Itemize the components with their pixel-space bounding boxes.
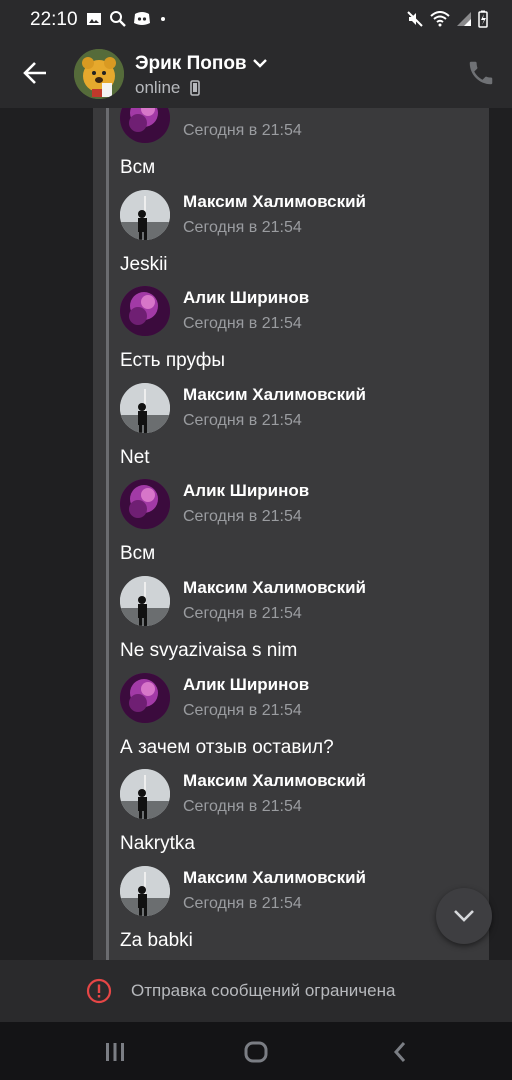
message-item[interactable]: Алик Ширинов Сегодня в 21:54 Всм xyxy=(0,479,512,576)
contact-status: online xyxy=(135,78,181,97)
message-time: Сегодня в 21:54 xyxy=(183,701,302,719)
author-avatar[interactable] xyxy=(120,479,170,530)
author-avatar[interactable] xyxy=(120,769,170,820)
dot-icon xyxy=(161,16,165,21)
message-text: А зачем отзыв оставил? xyxy=(120,736,334,758)
scroll-down-button[interactable] xyxy=(436,888,492,944)
message-author[interactable]: Алик Ширинов xyxy=(183,675,309,695)
discord-icon xyxy=(134,12,150,25)
message-time: Сегодня в 21:54 xyxy=(183,605,302,622)
status-bar: 22:10 xyxy=(0,0,512,38)
author-avatar[interactable] xyxy=(120,865,170,916)
chevron-down-icon[interactable] xyxy=(252,57,268,69)
home-icon[interactable] xyxy=(241,1037,271,1067)
signal-icon xyxy=(457,12,471,26)
message-time: Сегодня в 21:54 xyxy=(183,798,302,816)
restriction-bar: Отправка сообщений ограничена xyxy=(0,960,512,1022)
search-icon xyxy=(110,11,126,27)
message-item[interactable]: Алик Ширинов Сегодня в 21:54 А зачем отзыв… xyxy=(0,672,512,770)
message-text: Всм xyxy=(120,543,156,565)
restriction-text: Отправка сообщений ограничена xyxy=(131,981,396,1000)
message-time: Сегодня в 21:54 xyxy=(183,122,302,139)
message-author[interactable]: Максим Халимовский xyxy=(183,771,366,791)
message-item[interactable]: Алик Ширинов Сегодня в 21:54 Есть пруфы xyxy=(0,286,512,383)
message-text: Всм xyxy=(120,157,156,178)
battery-icon xyxy=(478,10,488,28)
chat-header: Эрик Попов online xyxy=(0,38,512,108)
message-item[interactable]: Максим Халимовский Сегодня в 21:54 Jeskii xyxy=(0,189,512,287)
message-author[interactable]: Максим Халимовский xyxy=(183,578,366,598)
message-text: Nakrytka xyxy=(120,833,195,855)
back-nav-icon[interactable] xyxy=(386,1037,416,1067)
message-text: Есть пруфы xyxy=(120,350,226,372)
message-item[interactable]: Максим Халимовский Сегодня в 21:54 Ne svya… xyxy=(0,576,512,673)
back-arrow-icon[interactable] xyxy=(18,55,54,91)
status-left-icons xyxy=(86,10,168,27)
message-item[interactable]: Максим Халимовский Сегодня в 21:54 Nakrytk… xyxy=(0,769,512,866)
message-author[interactable]: Алик Ширинов xyxy=(183,288,309,308)
mobile-icon xyxy=(190,80,200,96)
message-item[interactable]: Сегодня в 21:54 Всм xyxy=(0,108,512,190)
message-text: Net xyxy=(120,446,150,468)
message-time: Сегодня в 21:54 xyxy=(183,894,302,912)
message-item[interactable]: Максим Халимовский Сегодня в 21:54 Net xyxy=(0,382,512,480)
message-text: Jeskii xyxy=(120,253,168,275)
message-time: Сегодня в 21:54 xyxy=(183,315,302,333)
gallery-icon xyxy=(87,12,101,25)
author-avatar[interactable] xyxy=(120,576,170,626)
message-author[interactable]: Максим Халимовский xyxy=(183,192,366,212)
chevron-down-icon xyxy=(454,910,474,922)
contact-avatar[interactable] xyxy=(74,49,124,99)
author-avatar[interactable] xyxy=(120,672,170,723)
status-time: 22:10 xyxy=(30,9,78,30)
message-author[interactable]: Максим Халимовский xyxy=(183,385,366,405)
message-text: Ne svyazivaisa s nim xyxy=(120,640,298,661)
alert-icon xyxy=(86,978,112,1004)
message-text: Za babki xyxy=(120,929,193,951)
message-time: Сегодня в 21:54 xyxy=(183,508,302,526)
wifi-icon xyxy=(430,11,450,27)
recent-apps-icon[interactable] xyxy=(100,1037,130,1067)
message-author[interactable]: Алик Ширинов xyxy=(183,481,309,501)
author-avatar[interactable] xyxy=(120,286,170,337)
status-right-icons xyxy=(406,10,488,28)
author-avatar[interactable] xyxy=(120,108,170,143)
system-nav-bar xyxy=(0,1022,512,1080)
author-avatar[interactable] xyxy=(120,189,170,240)
message-time: Сегодня в 21:54 xyxy=(183,218,302,236)
message-time: Сегодня в 21:54 xyxy=(183,411,302,429)
contact-name[interactable]: Эрик Попов xyxy=(135,53,247,75)
message-author[interactable]: Максим Халимовский xyxy=(183,868,366,888)
author-avatar[interactable] xyxy=(120,382,170,433)
phone-icon[interactable] xyxy=(466,58,496,88)
mute-icon xyxy=(407,11,423,27)
chat-area[interactable]: Сегодня в 21:54 Всм Максим Халимовский Сего… xyxy=(0,108,512,960)
